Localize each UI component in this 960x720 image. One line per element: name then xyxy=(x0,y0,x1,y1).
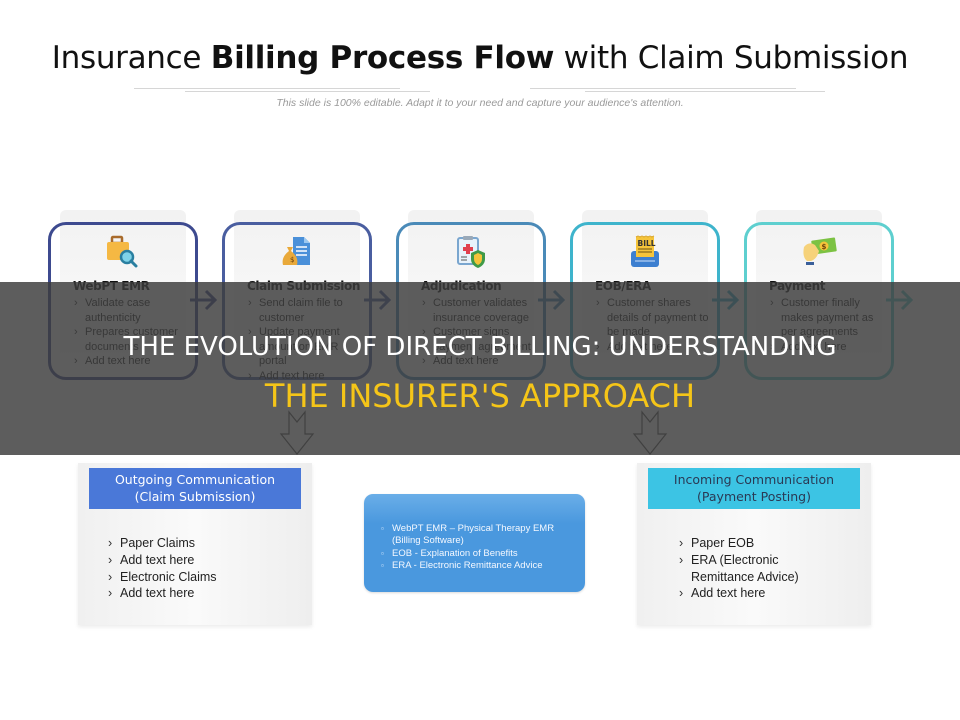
headline-line-1: THE EVOLUTION OF DIRECT BILLING: UNDERST… xyxy=(123,332,837,362)
incoming-bullets: Paper EOB ERA (Electronic Remittance Adv… xyxy=(679,535,829,602)
briefcase-search-icon xyxy=(107,235,138,268)
title-rule-left xyxy=(134,88,400,89)
note-bullets: WebPT EMR – Physical Therapy EMR (Billin… xyxy=(381,523,562,573)
title-part-1: Insurance xyxy=(51,40,211,76)
bill-icon: BILL xyxy=(631,235,659,267)
title-rule-left-2 xyxy=(185,91,430,92)
hand-cash-icon: $ xyxy=(803,237,837,265)
abbreviations-note: WebPT EMR – Physical Therapy EMR (Billin… xyxy=(364,494,585,592)
clipboard-shield-icon xyxy=(457,236,485,268)
outgoing-communication-panel: Outgoing Communication (Claim Submission… xyxy=(78,463,312,625)
headline-overlay xyxy=(0,282,960,455)
title-rule-right xyxy=(530,88,796,89)
outgoing-bullets: Paper Claims Add text here Electronic Cl… xyxy=(108,535,217,602)
svg-text:$: $ xyxy=(290,256,294,264)
panel-title-line: Outgoing Communication xyxy=(114,472,276,487)
svg-text:$: $ xyxy=(822,243,827,251)
title-bold: Billing Process Flow xyxy=(210,40,555,76)
title-rule-right-2 xyxy=(585,91,825,92)
incoming-panel-header: Incoming Communication (Payment Posting) xyxy=(648,468,860,509)
panel-bullet: Electronic Claims xyxy=(108,569,217,586)
note-bullet: WebPT EMR – Physical Therapy EMR (Billin… xyxy=(381,523,562,548)
note-bullet: EOB - Explanation of Benefits xyxy=(381,548,562,561)
incoming-communication-panel: Incoming Communication (Payment Posting)… xyxy=(637,463,871,625)
money-bag-document-icon: $ xyxy=(282,237,310,265)
panel-bullet: Add text here xyxy=(108,585,217,602)
panel-bullet: Paper EOB xyxy=(679,535,829,552)
panel-bullet: Paper Claims xyxy=(108,535,217,552)
panel-title-line: (Claim Submission) xyxy=(134,489,256,504)
svg-text:BILL: BILL xyxy=(638,239,656,248)
panel-bullet: Add text here xyxy=(108,552,217,569)
panel-title-line: Incoming Communication xyxy=(673,472,835,487)
slide-subtitle: This slide is 100% editable. Adapt it to… xyxy=(276,97,684,109)
panel-bullet: Add text here xyxy=(679,585,829,602)
note-bullet: ERA - Electronic Remittance Advice xyxy=(381,560,562,573)
headline-line-2: THE INSURER'S APPROACH xyxy=(264,377,696,415)
panel-title-line: (Payment Posting) xyxy=(697,489,811,504)
panel-bullet: ERA (Electronic Remittance Advice) xyxy=(679,552,829,586)
outgoing-panel-header: Outgoing Communication (Claim Submission… xyxy=(89,468,301,509)
slide-title: Insurance Billing Process Flow with Clai… xyxy=(0,40,960,76)
title-part-2: with Claim Submission xyxy=(554,40,909,76)
